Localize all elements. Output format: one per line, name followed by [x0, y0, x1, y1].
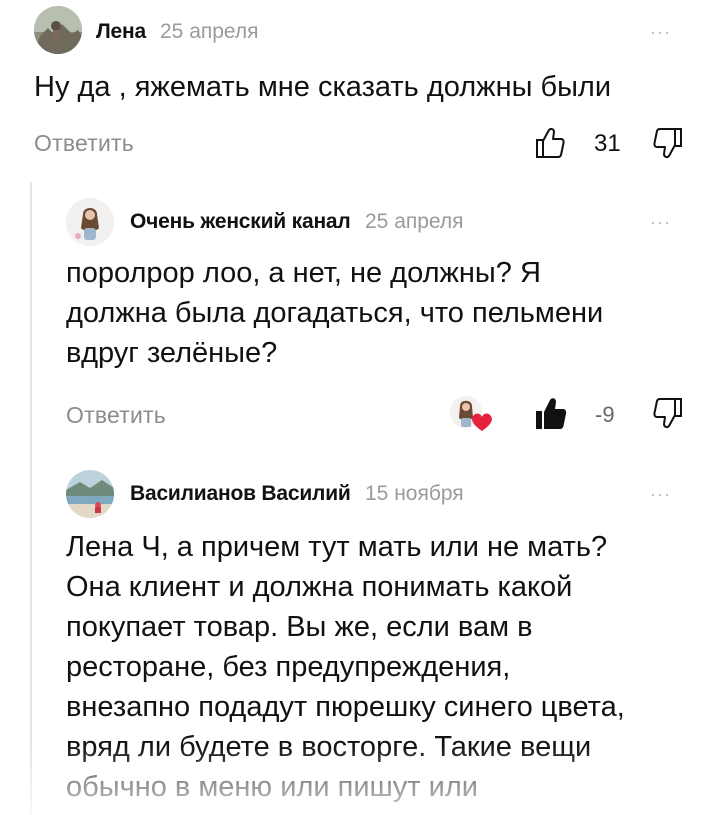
comment-text: Ну да , яжемать мне сказать должны были — [34, 71, 612, 103]
thumbs-up-icon[interactable] — [534, 396, 568, 432]
avatar-image — [66, 470, 114, 518]
comment-text-line: вдруг зелёные? — [66, 337, 278, 369]
author-heart-icon — [448, 394, 496, 434]
avatar-image — [66, 198, 114, 246]
avatar[interactable] — [66, 198, 114, 246]
thumbs-up-icon[interactable] — [534, 126, 566, 160]
author-name[interactable]: Василианов Василий — [130, 482, 351, 506]
thumbs-down-icon[interactable] — [652, 396, 684, 430]
comment-lena: Лена 25 апреля ··· Ну да , яжемать мне с… — [0, 0, 718, 170]
avatar[interactable] — [66, 470, 114, 518]
avatar[interactable] — [34, 6, 82, 54]
like-count: -9 — [595, 402, 615, 427]
like-count: 31 — [594, 130, 621, 157]
more-options-button[interactable]: ··· — [650, 22, 671, 43]
comment-text-line: Лена Ч, а причем тут мать или не мать? — [66, 531, 608, 563]
comment-text-line: Она клиент и должна понимать какой — [66, 571, 573, 603]
thumbs-down-icon[interactable] — [652, 126, 684, 160]
comment-text-line: внезапно подадут пюрешку синего цвета, — [66, 691, 625, 723]
comment-text-line: должна была догадаться, что пельмени — [66, 297, 604, 329]
comment-text-line: поролрор лоо, а нет, не должны? Я — [66, 257, 541, 289]
author-name[interactable]: Очень женский канал — [130, 210, 351, 234]
more-options-button[interactable]: ··· — [650, 212, 671, 233]
comment-ochen-zhenskiy: Очень женский канал 25 апреля ··· поролр… — [0, 190, 718, 440]
comment-text-line: обычно в меню или пишут или — [66, 771, 478, 803]
author-name[interactable]: Лена — [96, 20, 146, 44]
comment-vasilianov: Василианов Василий 15 ноября ··· Лена Ч,… — [0, 460, 718, 815]
avatar-image — [34, 6, 82, 54]
comment-text-line: покупает товар. Вы же, если вам в — [66, 611, 533, 643]
comment-text-line: вряд ли будете в восторге. Такие вещи — [66, 731, 592, 763]
comment-date: 25 апреля — [365, 210, 464, 233]
comment-date: 15 ноября — [365, 482, 464, 505]
reply-button[interactable]: Ответить — [34, 130, 134, 157]
comment-date: 25 апреля — [160, 20, 259, 43]
reply-button[interactable]: Ответить — [66, 402, 166, 429]
comment-text-line: ресторане, без предупреждения, — [66, 651, 511, 683]
more-options-button[interactable]: ··· — [650, 484, 671, 505]
